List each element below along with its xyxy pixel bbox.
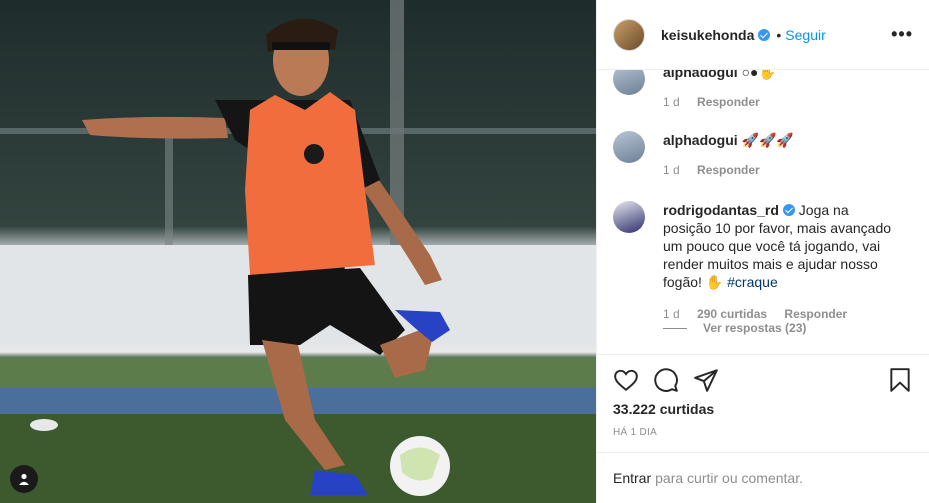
commenter-username[interactable]: alphadogui [663,70,738,80]
comment-text: ○●✋ [741,70,776,80]
commenter-username[interactable]: alphadogui [663,132,738,148]
likes-count[interactable]: 33.222 curtidas [613,401,714,417]
hashtag-link[interactable]: #craque [727,274,778,290]
post-photo[interactable] [0,0,596,503]
login-link[interactable]: Entrar [613,470,651,486]
commenter-avatar[interactable] [613,131,645,163]
post-photo-image [0,0,596,503]
comment-meta: 1 d Responder [663,95,776,109]
follow-button[interactable]: Seguir [785,27,825,43]
comment-list[interactable]: alphadogui ○●✋ 1 d Responder alphadogui … [597,70,929,354]
comment-meta: 1 d 290 curtidas Responder [663,307,898,321]
verified-badge-icon [782,204,795,216]
comment-item: rodrigodantas_rd Joga na posição 10 por … [613,201,913,321]
commenter-avatar[interactable] [613,70,645,95]
view-replies-label: Ver respostas (23) [703,321,807,335]
add-comment-text: para curtir ou comentar. [655,470,803,486]
action-bar [597,354,929,404]
comment-time: 1 d [663,163,680,177]
comment-time: 1 d [663,95,680,109]
view-replies-button[interactable]: Ver respostas (23) [663,321,806,335]
heart-icon[interactable] [613,367,639,393]
separator-dot: • [776,26,782,43]
comment-icon[interactable] [653,367,679,393]
bookmark-icon[interactable] [887,367,913,393]
comment-likes[interactable]: 290 curtidas [697,307,767,321]
posted-time: HÁ 1 DIA [613,427,658,438]
author-avatar[interactable] [613,18,645,51]
reply-button[interactable]: Responder [697,163,760,177]
commenter-avatar[interactable] [613,201,645,233]
reply-button[interactable]: Responder [784,307,847,321]
verified-badge-icon [758,28,771,41]
more-options-icon[interactable]: ••• [891,24,913,45]
add-comment-bar: Entrar para curtir ou comentar. [597,452,929,503]
comment-item: alphadogui 🚀🚀🚀 1 d Responder [613,131,913,177]
comment-text: 🚀🚀🚀 [741,132,794,148]
send-icon[interactable] [693,367,719,393]
author-username[interactable]: keisukehonda [661,27,771,43]
comment-item: alphadogui ○●✋ 1 d Responder [613,70,913,109]
post-sidebar: keisukehonda • Seguir ••• alphadogui ○●✋… [596,0,929,503]
comment-time: 1 d [663,307,680,321]
user-tag-icon[interactable] [10,465,38,493]
reply-button[interactable]: Responder [697,95,760,109]
comment-meta: 1 d Responder [663,163,794,177]
commenter-username[interactable]: rodrigodantas_rd [663,202,795,218]
replies-line [663,327,687,329]
post-header: keisukehonda • Seguir ••• [597,0,929,70]
